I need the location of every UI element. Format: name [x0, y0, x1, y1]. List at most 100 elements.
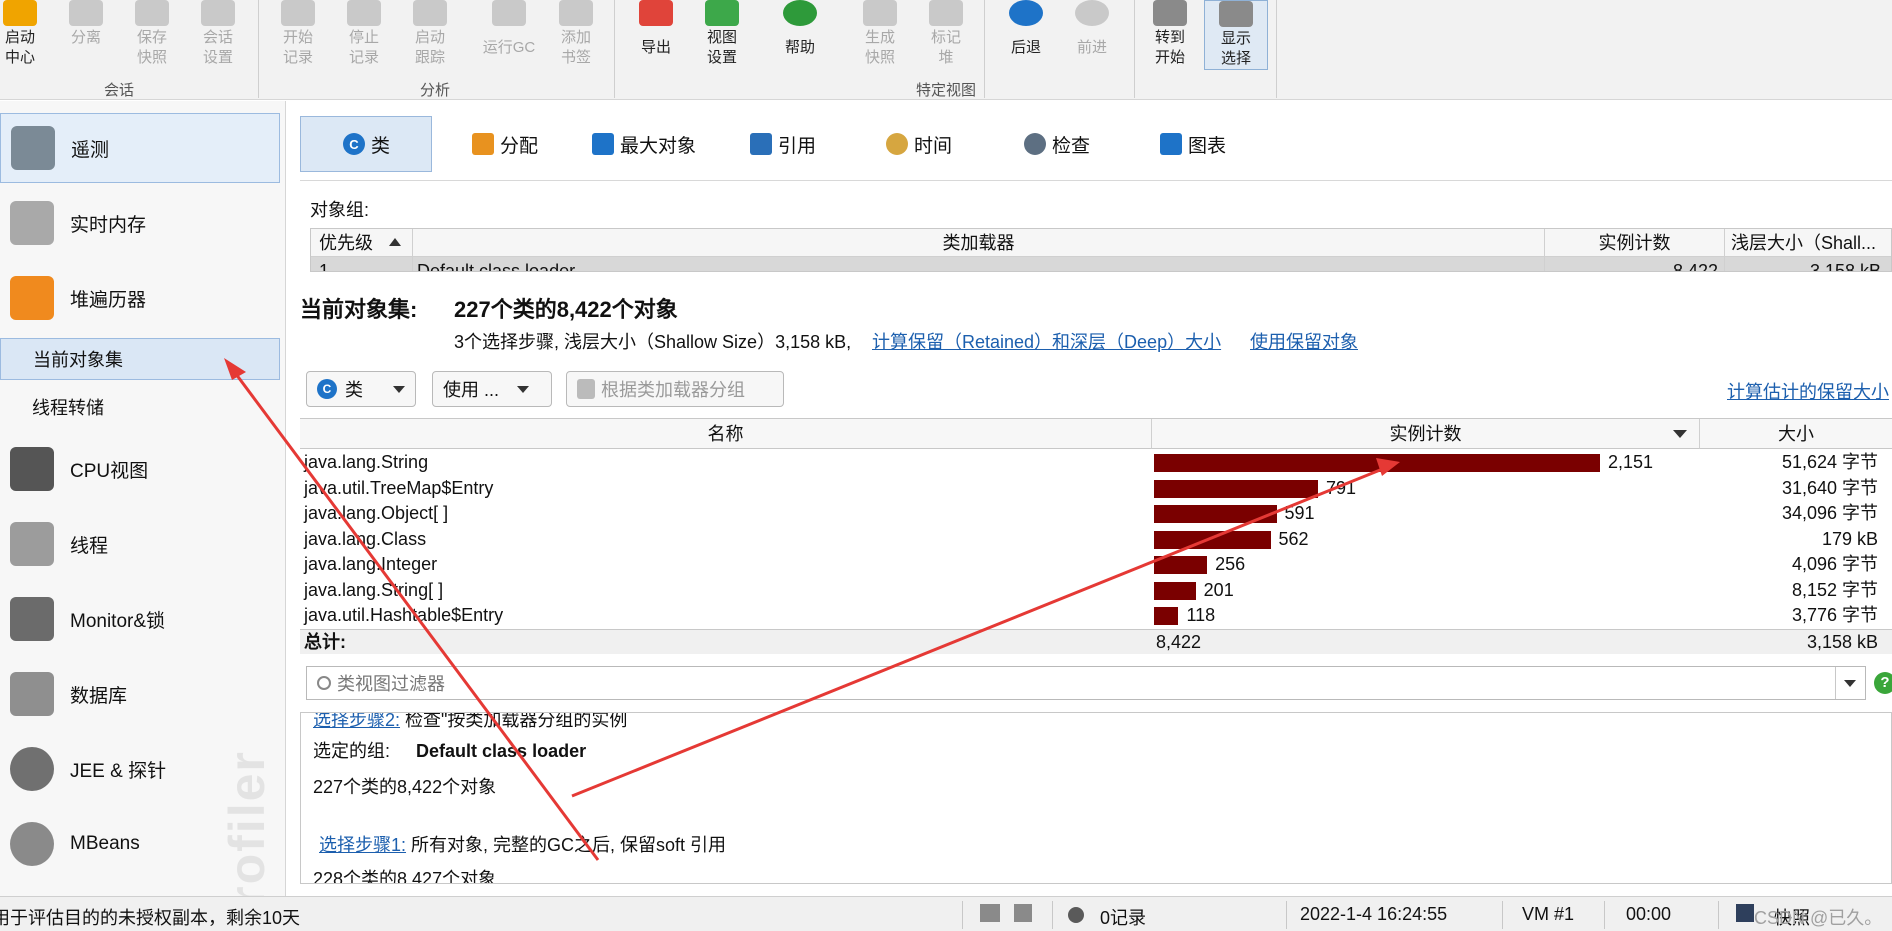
step-2-link[interactable]: 选择步骤2:: [313, 713, 400, 730]
chevron-down-icon: [393, 386, 405, 393]
add-bookmark-button[interactable]: 添加 书签: [556, 0, 596, 72]
view-select-dropdown[interactable]: C类: [306, 371, 416, 407]
instance-count-column-header[interactable]: 实例计数: [1152, 419, 1700, 449]
camera-icon: [863, 0, 897, 26]
instance-count-bar: [1154, 530, 1271, 549]
back-button[interactable]: 后退: [1006, 0, 1046, 72]
threads-icon: [10, 522, 54, 566]
sidebar-item-telemetry[interactable]: 遥测: [0, 113, 280, 183]
go-to-start-button[interactable]: 转到 开始: [1150, 0, 1190, 72]
view-settings-button[interactable]: 视图 设置: [702, 0, 742, 72]
filter-dropdown-button[interactable]: [1835, 667, 1865, 699]
tab-allocations[interactable]: 分配: [460, 116, 570, 172]
step-1-count: 228个类的8,427个对象: [313, 869, 497, 884]
use-retained-objects-link[interactable]: 使用保留对象: [1250, 328, 1358, 354]
status-datetime: 2022-1-4 16:24:55: [1300, 904, 1448, 924]
tab-inspections[interactable]: 检查: [1012, 116, 1112, 172]
session-settings-button[interactable]: 会话 设置: [198, 0, 238, 72]
calculate-retained-sizes-link[interactable]: 计算保留（Retained）和深层（Deep）大小: [872, 328, 1221, 354]
table-row[interactable]: java.lang.Object[ ] 591 34,096 字节: [300, 501, 1892, 527]
start-recording-button[interactable]: 开始 记录: [278, 0, 318, 72]
table-row[interactable]: java.lang.Class 562 179 kB: [300, 527, 1892, 553]
step-2-line: 选择步骤2: 检查"按类加载器分组的实例: [313, 713, 627, 732]
stop-recording-button[interactable]: 停止 记录: [344, 0, 384, 72]
priority-column-header[interactable]: 优先级: [311, 229, 413, 257]
help-icon[interactable]: ?: [1874, 672, 1892, 694]
status-separator: [1604, 901, 1605, 929]
tab-graph[interactable]: 图表: [1148, 116, 1248, 172]
chevron-down-icon: [1844, 680, 1856, 687]
table-total-row: 总计: 8,422 3,158 kB: [300, 628, 1892, 654]
save-icon: [135, 0, 169, 26]
name-column-header[interactable]: 名称: [300, 419, 1152, 449]
use-button[interactable]: 使用 ...: [432, 371, 552, 407]
detach-button[interactable]: 分离: [66, 0, 106, 72]
class-icon: C: [343, 133, 365, 155]
help-icon: [783, 0, 817, 26]
object-group-row[interactable]: 1 Default class loader 8,422 3,158 kB: [311, 257, 1891, 272]
instance-count-cell: 562: [1278, 528, 1309, 549]
instance-count-cell: 201: [1203, 579, 1234, 600]
clock-icon: [886, 133, 908, 155]
take-snapshot-button[interactable]: 生成 快照: [860, 0, 900, 72]
table-row[interactable]: java.lang.String[ ] 201 8,152 字节: [300, 578, 1892, 604]
instance-count-bar: [1154, 505, 1277, 523]
biggest-objects-icon: [592, 133, 614, 155]
shallow-column-header[interactable]: 浅层大小（Shall...: [1725, 229, 1891, 257]
size-cell: 31,640 字节: [1781, 477, 1878, 498]
tab-biggest-objects[interactable]: 最大对象: [580, 116, 720, 172]
calculate-estimated-retained-link[interactable]: 计算估计的保留大小: [1727, 378, 1889, 404]
start-center-button[interactable]: 启动 中心: [0, 0, 40, 72]
save-snapshot-button[interactable]: 保存 快照: [132, 0, 172, 72]
help-button[interactable]: 帮助: [780, 0, 820, 72]
bookmark-icon: [559, 0, 593, 26]
chevron-down-icon: [517, 386, 529, 393]
toolbar-separator: [1134, 0, 1135, 98]
class-view-filter[interactable]: 类视图过滤器: [306, 666, 1866, 700]
csdn-watermark: CSDN @已久。: [1754, 908, 1883, 928]
pin-icon[interactable]: [980, 904, 1000, 922]
forward-button[interactable]: 前进: [1072, 0, 1112, 72]
status-bar: 用于评估目的的未授权副本，剩余10天 0记录 2022-1-4 16:24:55…: [0, 896, 1892, 931]
sidebar-item-current-object-set[interactable]: 当前对象集: [0, 338, 280, 380]
mark-heap-button[interactable]: 标记 堆: [926, 0, 966, 72]
status-separator: [1502, 901, 1503, 929]
sidebar-item-threads[interactable]: 线程: [0, 509, 280, 579]
sidebar-item-databases[interactable]: 数据库: [0, 659, 280, 729]
size-cell: 179 kB: [1821, 528, 1878, 549]
size-cell: 34,096 字节: [1781, 503, 1878, 523]
show-selection-button[interactable]: 显示 选择: [1204, 0, 1268, 70]
run-gc-button[interactable]: 运行GC: [480, 0, 538, 72]
class-name-cell: java.lang.Integer: [304, 554, 438, 574]
table-row[interactable]: java.util.Hashtable$Entry 118 3,776 字节: [300, 603, 1892, 629]
table-row[interactable]: java.util.TreeMap$Entry 791 31,640 字节: [300, 476, 1892, 502]
total-size: 3,158 kB: [1806, 631, 1878, 652]
sidebar-item-thread-dump[interactable]: 线程转储: [0, 386, 280, 428]
step-1-link[interactable]: 选择步骤1:: [319, 835, 406, 855]
tab-classes[interactable]: C类: [300, 116, 432, 172]
sidebar-item-heap-walker[interactable]: 堆遍历器: [0, 263, 280, 333]
size-column-header[interactable]: 大小: [1700, 419, 1892, 449]
count-column-header[interactable]: 实例计数: [1545, 229, 1725, 257]
tab-references[interactable]: 引用: [738, 116, 838, 172]
tab-time[interactable]: 时间: [874, 116, 974, 172]
start-tracking-button[interactable]: 启动 跟踪: [410, 0, 450, 72]
sidebar-item-cpu-views[interactable]: CPU视图: [0, 434, 280, 504]
start-center-icon: [3, 0, 37, 26]
group-by-classloader-button[interactable]: 根据类加载器分组: [566, 371, 784, 407]
classloader-column-header[interactable]: 类加载器: [413, 229, 1545, 257]
records-count: 0记录: [1100, 908, 1147, 928]
flag-icon[interactable]: [1014, 904, 1032, 922]
main-toolbar: 启动 中心 分离 保存 快照 会话 设置 会话 开始 记录 停止 记录 启动 跟…: [0, 0, 1892, 100]
globe-icon: [10, 822, 54, 866]
sidebar-item-live-memory[interactable]: 实时内存: [0, 188, 280, 258]
object-groups-label: 对象组:: [310, 200, 370, 220]
instance-count-cell: 256: [1215, 554, 1246, 574]
sidebar-item-monitors-locks[interactable]: Monitor&锁: [0, 584, 280, 654]
instance-count-bar: [1154, 607, 1179, 625]
table-row[interactable]: java.lang.Integer 256 4,096 字节: [300, 552, 1892, 578]
export-button[interactable]: 导出: [636, 0, 676, 72]
table-row[interactable]: java.lang.String 2,151 51,624 字节: [300, 450, 1892, 476]
shallow-cell: 3,158 kB: [1809, 261, 1881, 272]
tabs-divider: [300, 180, 1892, 181]
